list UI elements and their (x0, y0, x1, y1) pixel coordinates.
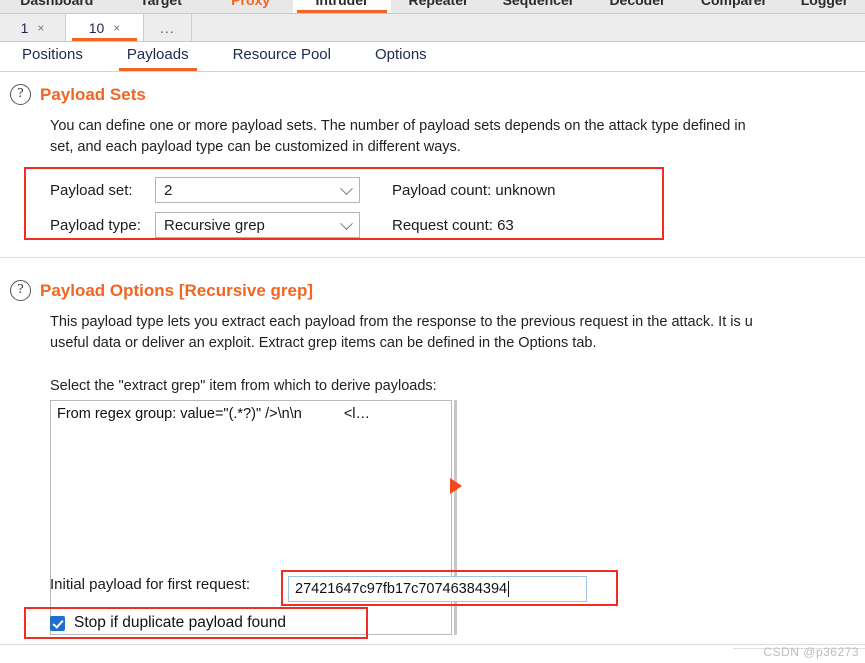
bottom-divider (0, 644, 865, 645)
list-item-text: From regex group: value="(.*?)" />\n\n (57, 406, 302, 422)
product-tab-label: Dashboard (20, 0, 94, 8)
product-tab-label: Target (140, 0, 182, 8)
extract-grep-prompt: Select the "extract grep" item from whic… (50, 378, 437, 394)
payload-set-value: 2 (164, 181, 173, 199)
help-icon-glyph: ? (17, 282, 24, 297)
payload-sets-description: You can define one or more payload sets.… (0, 116, 746, 158)
attack-tab-label: 10 (88, 19, 105, 36)
burp-intruder-window: Dashboard Target Proxy Intruder Repeater… (0, 0, 865, 663)
payload-options-header: ? Payload Options [Recursive grep] (0, 280, 313, 301)
product-tab-target[interactable]: Target (114, 0, 209, 13)
request-count-label: Request count: 63 (392, 216, 514, 234)
help-icon[interactable]: ? (10, 84, 31, 105)
payload-sets-desc-line-1: You can define one or more payload sets.… (50, 118, 746, 134)
stop-duplicate-row[interactable]: Stop if duplicate payload found (50, 614, 286, 632)
payload-sets-title: Payload Sets (40, 84, 146, 104)
product-tab-intruder[interactable]: Intruder (292, 0, 392, 13)
attack-tab-overflow[interactable]: ... (144, 14, 192, 41)
initial-payload-value: 27421647c97fb17c70746384394 (295, 581, 508, 597)
payload-set-label: Payload set: (50, 181, 133, 199)
attack-tab-1[interactable]: 1 × (0, 14, 66, 41)
list-item-text-truncated: <l… (343, 406, 371, 422)
chevron-down-icon (340, 217, 353, 231)
payload-options-title: Payload Options [Recursive grep] (40, 280, 314, 300)
tab-resource-pool[interactable]: Resource Pool (229, 43, 335, 70)
product-tab-label: Sequencer (502, 0, 575, 8)
initial-payload-row: Initial payload for first request: (50, 576, 250, 593)
payload-sets-desc-line-2: set, and each payload type can be custom… (50, 139, 461, 155)
payload-type-row: Payload type: Recursive grep Request cou… (50, 212, 514, 238)
initial-payload-input[interactable]: 27421647c97fb17c70746384394 (288, 576, 587, 602)
product-tab-label: Repeater (408, 0, 469, 8)
section-divider (0, 257, 865, 258)
close-icon[interactable]: × (37, 21, 44, 35)
help-icon-glyph: ? (17, 86, 24, 101)
product-tab-dashboard[interactable]: Dashboard (0, 0, 114, 13)
stop-duplicate-checkbox[interactable] (50, 615, 65, 631)
list-item[interactable]: From regex group: value="(.*?)" />\n\n <… (51, 401, 451, 422)
tab-label: Resource Pool (232, 46, 331, 63)
product-tab-repeater[interactable]: Repeater (391, 0, 486, 13)
initial-payload-label: Initial payload for first request: (50, 576, 251, 593)
chevron-down-icon (340, 182, 353, 196)
payloads-panel: ? Payload Sets You can define one or mor… (0, 72, 865, 663)
product-tab-comparer[interactable]: Comparer (684, 0, 784, 13)
text-caret (508, 581, 510, 597)
product-tab-label: Decoder (609, 0, 666, 8)
tab-label: Positions (22, 46, 83, 63)
payload-count-label: Payload count: unknown (392, 181, 556, 199)
product-tab-decoder[interactable]: Decoder (591, 0, 684, 13)
payload-type-label: Payload type: (50, 216, 141, 234)
stop-duplicate-label: Stop if duplicate payload found (74, 614, 286, 631)
attack-tab-overflow-label: ... (160, 19, 175, 36)
attack-tab-10[interactable]: 10 × (66, 14, 144, 41)
payload-sets-header: ? Payload Sets (0, 84, 146, 105)
tab-label: Options (374, 46, 427, 63)
tab-label: Payloads (126, 46, 189, 63)
payload-type-select[interactable]: Recursive grep (155, 212, 360, 238)
attack-tab-label: 1 (20, 19, 29, 36)
product-tab-label: Intruder (315, 0, 369, 8)
payload-set-row: Payload set: 2 Payload count: unknown (50, 177, 555, 203)
close-icon[interactable]: × (113, 21, 120, 35)
product-tab-bar: Dashboard Target Proxy Intruder Repeater… (0, 0, 865, 14)
payload-set-select[interactable]: 2 (155, 177, 360, 203)
payload-type-value: Recursive grep (164, 216, 265, 234)
product-tab-proxy[interactable]: Proxy (208, 0, 293, 13)
tab-positions[interactable]: Positions (18, 43, 87, 70)
help-icon[interactable]: ? (10, 280, 31, 301)
intruder-sub-tab-bar: Positions Payloads Resource Pool Options (0, 42, 865, 72)
payload-options-desc-line-2: useful data or deliver an exploit. Extra… (50, 335, 597, 351)
watermark: CSDN @p36273 (763, 645, 859, 659)
product-tab-label: Proxy (231, 0, 271, 8)
tab-payloads[interactable]: Payloads (118, 43, 197, 71)
product-tab-label: Logger (800, 0, 849, 8)
product-tab-logger[interactable]: Logger (784, 0, 865, 13)
payload-options-desc-line-1: This payload type lets you extract each … (50, 314, 753, 330)
tab-options[interactable]: Options (371, 43, 431, 70)
attack-tab-bar: 1 × 10 × ... (0, 14, 865, 42)
product-tab-label: Comparer (700, 0, 768, 8)
expand-right-triangle-icon[interactable] (450, 478, 462, 494)
payload-options-description: This payload type lets you extract each … (0, 312, 753, 354)
product-tab-sequencer[interactable]: Sequencer (486, 0, 591, 13)
